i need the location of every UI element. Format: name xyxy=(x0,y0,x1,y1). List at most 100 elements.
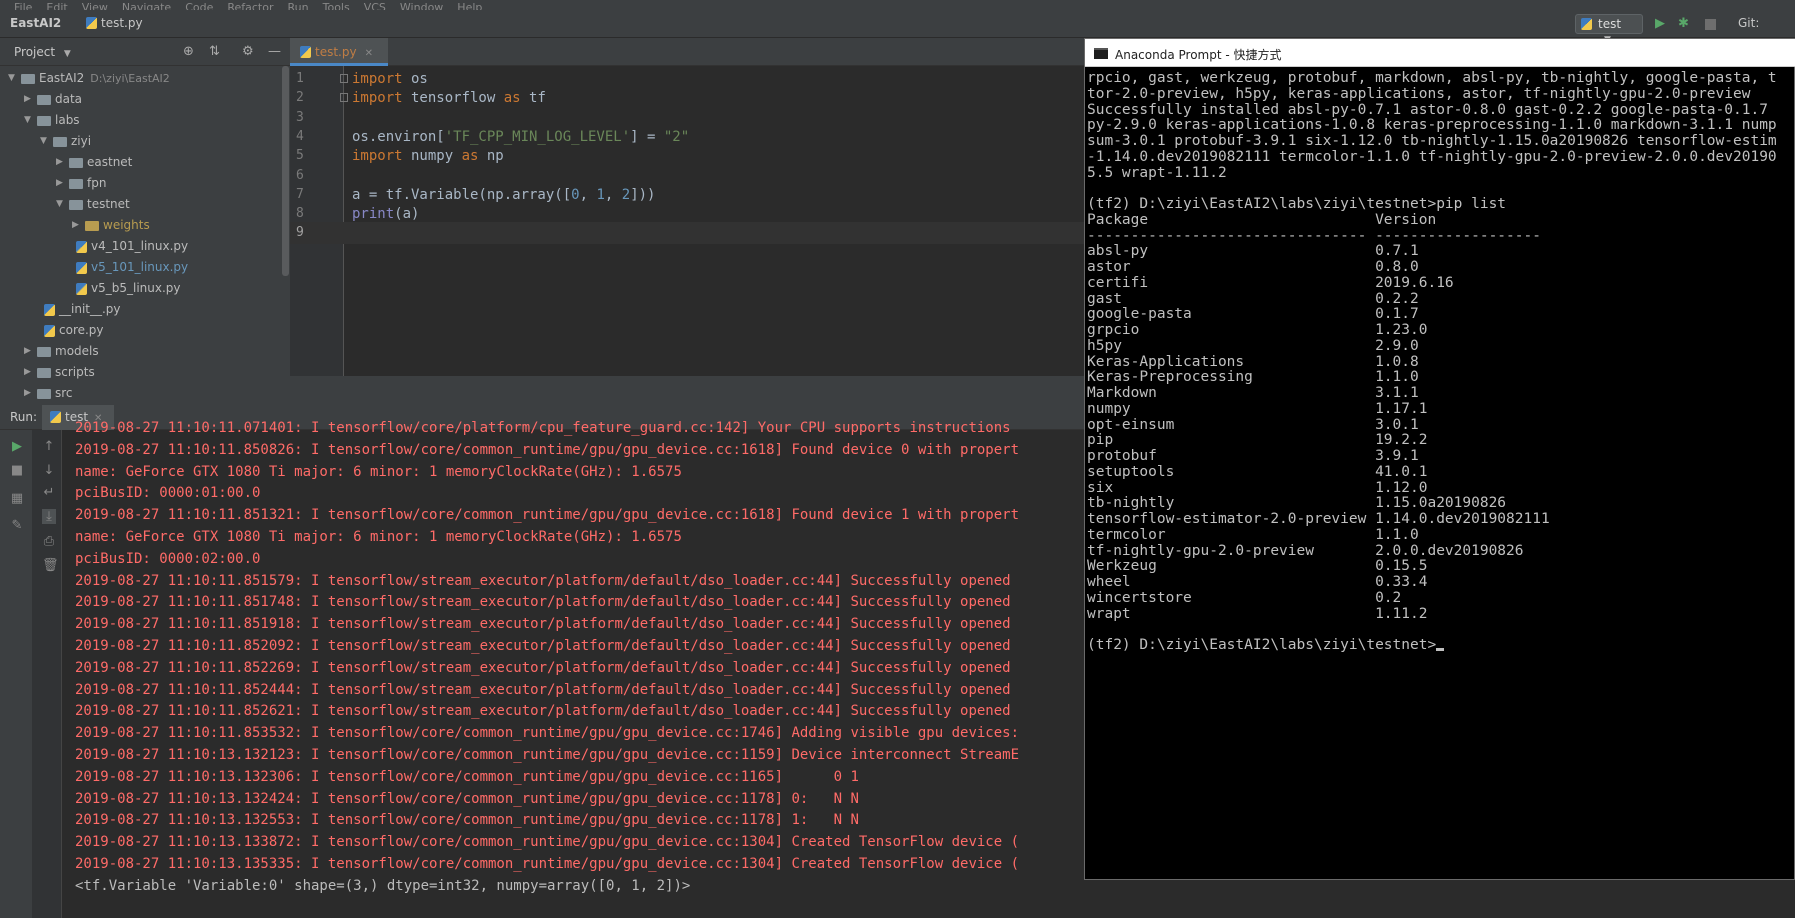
tree-item[interactable]: ▼ ziyi xyxy=(0,131,282,152)
chevron-down-icon: ▼ xyxy=(63,49,71,59)
terminal-text: py-2.9.0 keras-applications-1.0.8 keras-… xyxy=(1087,117,1777,134)
python-file-icon xyxy=(86,17,97,29)
tree-item[interactable]: ▶ scripts xyxy=(0,362,282,383)
print-icon[interactable]: ⎙ xyxy=(42,534,56,549)
terminal-line: py-2.9.0 keras-applications-1.0.8 keras-… xyxy=(1087,117,1793,134)
window-title-bar[interactable]: Anaconda Prompt - 快捷方式 xyxy=(1085,39,1795,67)
code-token: tf xyxy=(520,90,546,107)
close-icon[interactable]: ✕ xyxy=(365,48,373,59)
run-icon[interactable]: ▶ xyxy=(1655,17,1665,31)
tree-item[interactable]: v5_b5_linux.py xyxy=(0,278,282,299)
console-log-line: 2019-08-27 11:10:11.851918: I tensorflow… xyxy=(75,616,1011,633)
tree-item[interactable]: ▶ fpn xyxy=(0,173,282,194)
locate-target-icon[interactable]: ⊕ xyxy=(183,44,194,59)
chevron-right-icon[interactable]: ▶ xyxy=(56,152,66,173)
tree-item-name: v4_101_linux.py xyxy=(91,239,189,253)
tree-item-label: scripts xyxy=(55,362,95,383)
tree-item[interactable]: core.py xyxy=(0,320,282,341)
code-token: , xyxy=(604,186,622,203)
code-line[interactable]: 9 xyxy=(290,222,1084,245)
tree-item[interactable]: __init__.py xyxy=(0,299,282,320)
tree-scrollbar[interactable] xyxy=(282,66,289,276)
terminal-output[interactable]: rpcio, gast, werkzeug, protobuf, markdow… xyxy=(1087,71,1793,879)
scroll-to-end-icon[interactable]: ⤓ xyxy=(42,509,56,524)
terminal-line: rpcio, gast, werkzeug, protobuf, markdow… xyxy=(1087,71,1793,87)
tree-item-label: ziyi xyxy=(71,131,91,152)
chevron-down-icon[interactable]: ▼ xyxy=(24,110,34,131)
tree-item-label: v5_b5_linux.py xyxy=(91,278,181,299)
tree-item[interactable]: ▼ EastAI2 D:\ziyi\EastAI2 xyxy=(0,68,282,89)
tree-item[interactable]: v5_101_linux.py xyxy=(0,257,282,278)
layout-icon[interactable]: ▦ xyxy=(10,491,24,506)
collapse-all-icon[interactable]: ⇅ xyxy=(209,44,220,59)
chevron-right-icon[interactable]: ▶ xyxy=(24,383,34,404)
tree-item-label: labs xyxy=(55,110,80,131)
python-file-icon xyxy=(76,283,87,295)
tree-item[interactable]: v4_101_linux.py xyxy=(0,236,282,257)
gear-icon[interactable]: ⚙ xyxy=(242,44,254,59)
terminal-line: h5py 2.9.0 xyxy=(1087,338,1793,355)
menu-bar: File Edit View Navigate Code Refactor Run Tools… xyxy=(0,0,1795,10)
breadcrumb-project[interactable]: EastAI2 xyxy=(10,16,61,30)
project-view-dropdown[interactable]: Project ▼ xyxy=(14,45,71,59)
tree-item-name: v5_b5_linux.py xyxy=(91,281,181,295)
run-configuration-dropdown[interactable]: test ▼ xyxy=(1575,14,1643,45)
chevron-right-icon[interactable]: ▶ xyxy=(72,215,82,236)
stop-icon[interactable] xyxy=(1705,19,1716,30)
code-token: numpy xyxy=(402,148,462,165)
terminal-line: termcolor 1.1.0 xyxy=(1087,527,1793,544)
code-token: , xyxy=(579,186,597,203)
console-log-line: 2019-08-27 11:10:11.851579: I tensorflow… xyxy=(75,572,1011,589)
tree-item[interactable]: ▶ eastnet xyxy=(0,152,282,173)
tree-item-label: v5_101_linux.py xyxy=(91,257,188,278)
tree-item-label: fpn xyxy=(87,173,106,194)
tree-item[interactable]: ▶ weights xyxy=(0,215,282,236)
terminal-text: tf-nightly-gpu-2.0-preview 2.0.0.dev2019… xyxy=(1087,542,1524,559)
run-toolbar-secondary: ↑ ↓ ↵ ⤓ ⎙ 🗑 xyxy=(32,430,62,918)
console-log-line: name: GeForce GTX 1080 Ti major: 6 minor… xyxy=(75,528,682,545)
folder-icon xyxy=(69,179,83,189)
tree-item-label: core.py xyxy=(59,320,104,341)
trash-icon[interactable]: 🗑 xyxy=(42,558,59,573)
terminal-text: Markdown 3.1.1 xyxy=(1087,385,1419,401)
stop-icon[interactable]: ■ xyxy=(10,463,24,478)
breadcrumb-file[interactable]: test.py xyxy=(86,16,143,30)
chevron-right-icon[interactable]: ▶ xyxy=(24,341,34,362)
terminal-line: google-pasta 0.1.7 xyxy=(1087,306,1793,323)
fold-marker-icon[interactable] xyxy=(340,93,348,103)
chevron-right-icon[interactable]: ▶ xyxy=(24,89,34,110)
folder-icon xyxy=(37,95,51,105)
tab-test-py[interactable]: test.py ✕ xyxy=(290,38,388,66)
terminal-line: 5.5 wrapt-1.11.2 xyxy=(1087,165,1793,182)
chevron-right-icon[interactable]: ▶ xyxy=(24,362,34,383)
rerun-icon[interactable]: ▶ xyxy=(10,439,24,454)
tree-item[interactable]: ▶ src xyxy=(0,383,282,404)
run-panel: Run: test ✕ ▶ ■ ▦ ✎ ↑ ↓ ↵ ⤓ ⎙ 🗑 2019-08-2… xyxy=(0,405,1084,918)
console-output[interactable]: 2019-08-27 11:10:11.071401: I tensorflow… xyxy=(75,418,1080,906)
hide-panel-icon[interactable]: — xyxy=(268,44,281,59)
terminal-text: astor 0.8.0 xyxy=(1087,259,1419,275)
console-log-line: 2019-08-27 11:10:11.071401: I tensorflow… xyxy=(75,420,1011,436)
arrow-up-icon[interactable]: ↑ xyxy=(42,439,56,454)
python-file-icon xyxy=(1581,18,1592,30)
arrow-down-icon[interactable]: ↓ xyxy=(42,463,56,478)
tree-item[interactable]: ▼ testnet xyxy=(0,194,282,215)
navigation-bar: EastAI2 test.py test ▼ ▶ ✱ Git: xyxy=(0,10,1795,45)
tree-item[interactable]: ▼ labs xyxy=(0,110,282,131)
chevron-down-icon[interactable]: ▼ xyxy=(40,131,50,152)
fold-marker-icon[interactable] xyxy=(340,74,348,83)
code-token: import xyxy=(352,90,403,107)
chevron-right-icon[interactable]: ▶ xyxy=(56,173,66,194)
terminal-text: Keras-Preprocessing 1.1.0 xyxy=(1087,369,1419,386)
tree-item[interactable]: ▶ models xyxy=(0,341,282,362)
terminal-line: Werkzeug 0.15.5 xyxy=(1087,558,1793,575)
chevron-down-icon[interactable]: ▼ xyxy=(8,68,18,89)
pin-icon[interactable]: ✎ xyxy=(10,518,24,533)
debug-icon[interactable]: ✱ xyxy=(1678,17,1689,31)
project-panel: Project ▼ ⊕ ⇅ ⚙ — ▼ EastAI2 D:\ziyi\EastAI… xyxy=(0,38,290,405)
tree-item[interactable]: ▶ data xyxy=(0,89,282,110)
chevron-down-icon[interactable]: ▼ xyxy=(56,194,66,215)
soft-wrap-icon[interactable]: ↵ xyxy=(42,485,56,500)
tree-item-label: testnet xyxy=(87,194,130,215)
